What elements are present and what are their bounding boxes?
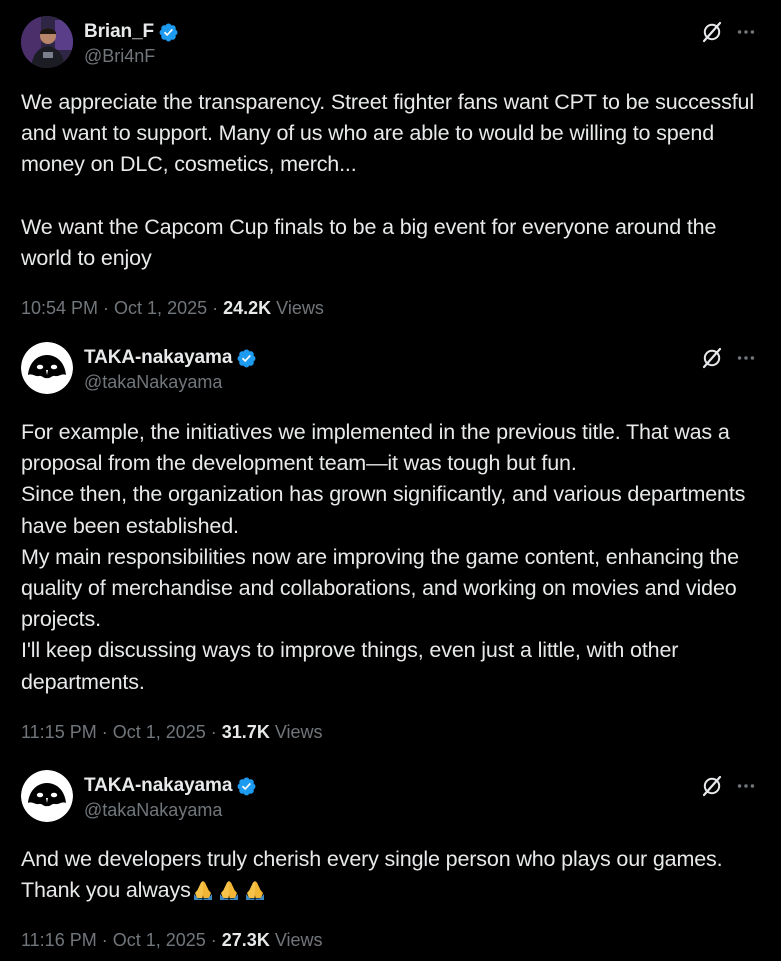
separator: ·	[103, 298, 110, 318]
more-options-icon[interactable]	[735, 774, 757, 798]
more-options-icon[interactable]	[735, 346, 757, 370]
timestamp[interactable]: 11:16 PM · Oct 1, 2025	[21, 930, 206, 951]
folded-hands-emoji-icon	[217, 877, 241, 901]
tweet-meta: 11:15 PM · Oct 1, 2025 · 31.7K Views	[21, 722, 323, 743]
handle[interactable]: @takaNakayama	[84, 800, 222, 821]
verified-badge-icon[interactable]	[236, 348, 257, 369]
views-count[interactable]: 27.3K	[222, 930, 270, 951]
tweet-text: We appreciate the transparency. Street f…	[21, 90, 754, 271]
date[interactable]: Oct 1, 2025	[113, 930, 206, 950]
emoji-group	[191, 878, 269, 902]
display-name[interactable]: TAKA-nakayama	[84, 347, 232, 369]
folded-hands-emoji-icon	[243, 877, 267, 901]
tweet-text: For example, the initiatives we implemen…	[21, 420, 746, 694]
views-label[interactable]: Views	[276, 298, 324, 319]
views-label[interactable]: Views	[275, 930, 323, 951]
ghost-face-avatar-icon	[21, 770, 73, 822]
date[interactable]: Oct 1, 2025	[113, 722, 206, 742]
views-label[interactable]: Views	[275, 722, 323, 743]
tweet-meta: 11:16 PM · Oct 1, 2025 · 27.3K Views	[21, 930, 323, 951]
date[interactable]: Oct 1, 2025	[114, 298, 207, 318]
photo-avatar-icon	[21, 16, 73, 68]
verified-badge-icon[interactable]	[236, 776, 257, 797]
ghost-face-avatar-icon	[21, 342, 73, 394]
grok-icon[interactable]	[700, 20, 724, 44]
separator: ·	[210, 930, 217, 950]
tweet-text: And we developers truly cherish every si…	[21, 844, 761, 906]
time[interactable]: 10:54 PM	[21, 298, 98, 318]
views-count[interactable]: 31.7K	[222, 722, 270, 743]
separator: ·	[212, 298, 219, 318]
verified-badge-icon[interactable]	[158, 22, 179, 43]
separator: ·	[101, 930, 108, 950]
tweet-text-content: And we developers truly cherish every si…	[21, 847, 728, 903]
display-name[interactable]: TAKA-nakayama	[84, 775, 232, 797]
timestamp[interactable]: 11:15 PM · Oct 1, 2025	[21, 722, 206, 743]
author-name-row[interactable]: TAKA-nakayama	[84, 346, 257, 370]
grok-icon[interactable]	[700, 346, 724, 370]
more-options-icon[interactable]	[735, 20, 757, 44]
folded-hands-emoji-icon	[191, 877, 215, 901]
handle[interactable]: @Bri4nF	[84, 46, 155, 67]
tweet-meta: 10:54 PM · Oct 1, 2025 · 24.2K Views	[21, 298, 324, 319]
views-count[interactable]: 24.2K	[223, 298, 271, 319]
timestamp[interactable]: 10:54 PM · Oct 1, 2025	[21, 298, 207, 319]
avatar[interactable]	[21, 342, 73, 394]
author-name-row[interactable]: TAKA-nakayama	[84, 774, 257, 798]
separator: ·	[210, 722, 217, 742]
grok-icon[interactable]	[700, 774, 724, 798]
separator: ·	[101, 722, 108, 742]
avatar[interactable]	[21, 770, 73, 822]
time[interactable]: 11:15 PM	[21, 722, 97, 742]
handle[interactable]: @takaNakayama	[84, 372, 222, 393]
time[interactable]: 11:16 PM	[21, 930, 97, 950]
author-name-row[interactable]: Brian_F	[84, 20, 179, 44]
display-name[interactable]: Brian_F	[84, 21, 154, 43]
avatar[interactable]	[21, 16, 73, 68]
